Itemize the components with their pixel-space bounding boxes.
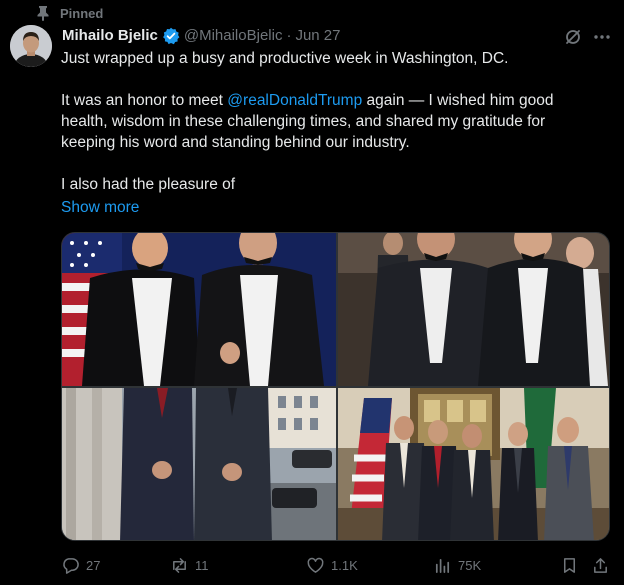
tweet-paragraph-1: Just wrapped up a busy and productive we… <box>61 50 509 67</box>
photo-1[interactable] <box>62 233 336 386</box>
like-button[interactable]: 1.1K <box>306 555 358 575</box>
author-handle[interactable]: @MihailoBjelic <box>184 26 283 46</box>
media-grid <box>61 232 610 541</box>
repost-icon <box>173 557 186 573</box>
share-button[interactable] <box>591 555 610 575</box>
views-button[interactable]: 75K <box>433 555 481 575</box>
views-icon <box>435 558 450 573</box>
photo-4[interactable] <box>338 388 609 540</box>
like-icon <box>307 557 324 573</box>
tweet-date[interactable]: Jun 27 <box>295 26 340 46</box>
like-count: 1.1K <box>331 557 358 573</box>
pinned-indicator: Pinned <box>36 4 103 22</box>
separator: · <box>286 27 292 44</box>
pinned-label: Pinned <box>60 5 104 21</box>
views-count: 75K <box>458 557 482 573</box>
verified-badge-icon <box>162 27 180 45</box>
photo-3[interactable] <box>62 388 336 540</box>
share-icon <box>594 557 607 573</box>
grok-icon[interactable] <box>564 28 582 46</box>
bookmark-button[interactable] <box>560 555 579 575</box>
paragraph-2-prefix: It was an honor to meet <box>61 92 228 109</box>
action-bar: 27 11 1.1K 75K <box>61 555 613 575</box>
repost-count: 11 <box>195 557 209 573</box>
reply-count: 27 <box>86 557 101 573</box>
bookmark-icon <box>563 557 576 573</box>
avatar[interactable] <box>10 25 52 67</box>
tweet-paragraph-2: It was an honor to meet @realDonaldTrump… <box>61 90 601 153</box>
show-more-link[interactable]: Show more <box>61 197 139 218</box>
reply-button[interactable]: 27 <box>61 555 100 575</box>
tweet-paragraph-3: I also had the pleasure of <box>61 176 236 193</box>
photo-2[interactable] <box>338 233 609 386</box>
tweet-header: Mihailo Bjelic @MihailoBjelic · Jun 27 <box>62 26 341 46</box>
more-icon[interactable] <box>592 28 612 46</box>
author-name[interactable]: Mihailo Bjelic <box>62 26 158 46</box>
pin-icon <box>36 5 50 21</box>
repost-button[interactable]: 11 <box>170 555 209 575</box>
mention-link[interactable]: @realDonaldTrump <box>227 92 362 109</box>
reply-icon <box>63 557 79 574</box>
